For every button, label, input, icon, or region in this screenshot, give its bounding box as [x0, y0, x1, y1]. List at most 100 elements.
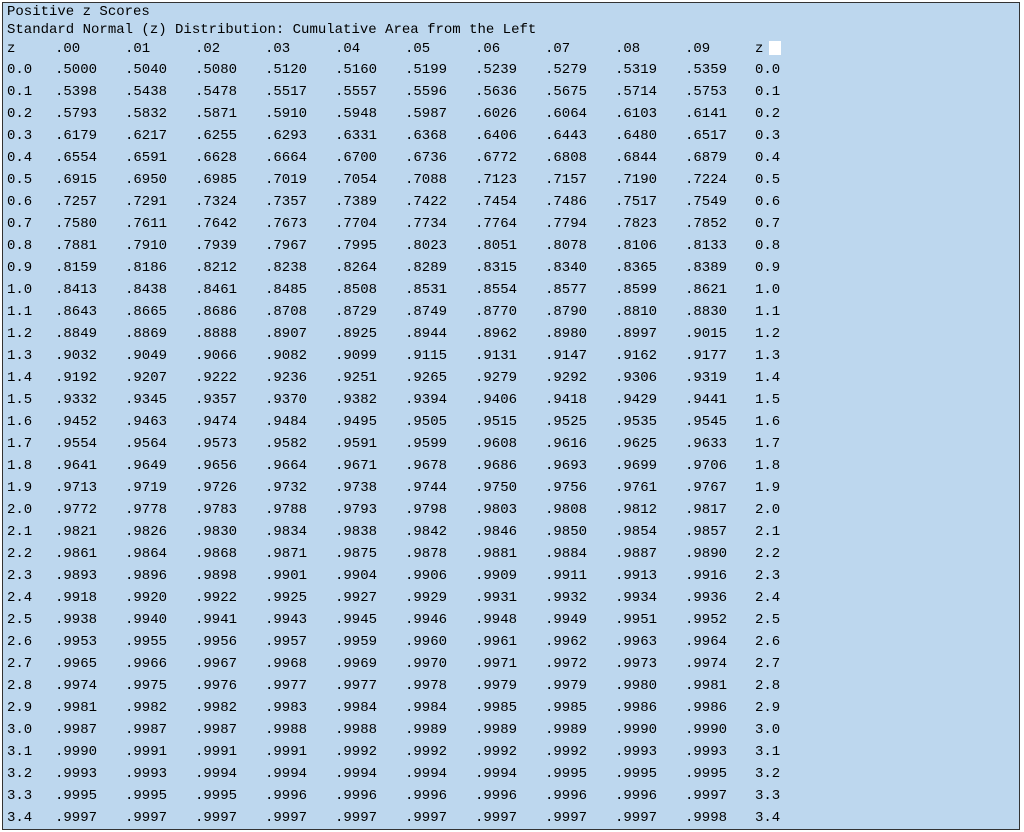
cell-value: .7257 [51, 191, 121, 213]
cell-value: .9131 [471, 345, 541, 367]
cell-value: .9772 [51, 499, 121, 521]
cell-value: .9049 [121, 345, 191, 367]
row-label-right: 3.0 [751, 719, 799, 741]
cell-value: .7704 [331, 213, 401, 235]
cell-value: .9719 [121, 477, 191, 499]
cell-value: .9633 [681, 433, 751, 455]
cell-value: .9934 [611, 587, 681, 609]
cell-value: .7764 [471, 213, 541, 235]
cell-value: .6141 [681, 103, 751, 125]
row-label-left: 3.0 [3, 719, 51, 741]
row-label-right: 3.2 [751, 763, 799, 785]
cell-value: .9989 [401, 719, 471, 741]
table-row: 1.5.9332.9345.9357.9370.9382.9394.9406.9… [3, 389, 799, 411]
cell-value: .5359 [681, 59, 751, 81]
cell-value: .9989 [471, 719, 541, 741]
cell-value: .8810 [611, 301, 681, 323]
cell-value: .9911 [541, 565, 611, 587]
cell-value: .9963 [611, 631, 681, 653]
cell-value: .9971 [471, 653, 541, 675]
header-marker [769, 41, 781, 55]
cell-value: .9641 [51, 455, 121, 477]
cell-value: .8078 [541, 235, 611, 257]
table-row: 0.6.7257.7291.7324.7357.7389.7422.7454.7… [3, 191, 799, 213]
cell-value: .8485 [261, 279, 331, 301]
row-label-left: 3.2 [3, 763, 51, 785]
cell-value: .7157 [541, 169, 611, 191]
cell-value: .9032 [51, 345, 121, 367]
cell-value: .5636 [471, 81, 541, 103]
cell-value: .9972 [541, 653, 611, 675]
cell-value: .9887 [611, 543, 681, 565]
cell-value: .9988 [331, 719, 401, 741]
cell-value: .9808 [541, 499, 611, 521]
cell-value: .7549 [681, 191, 751, 213]
cell-value: .9974 [681, 653, 751, 675]
cell-value: .9162 [611, 345, 681, 367]
cell-value: .9452 [51, 411, 121, 433]
col-header-2: .02 [191, 39, 261, 59]
cell-value: .9983 [261, 697, 331, 719]
row-label-left: 2.1 [3, 521, 51, 543]
cell-value: .6217 [121, 125, 191, 147]
cell-value: .9993 [51, 763, 121, 785]
cell-value: .5987 [401, 103, 471, 125]
row-label-right: 2.4 [751, 587, 799, 609]
cell-value: .9418 [541, 389, 611, 411]
cell-value: .6985 [191, 169, 261, 191]
cell-value: .5675 [541, 81, 611, 103]
cell-value: .9495 [331, 411, 401, 433]
cell-value: .9978 [401, 675, 471, 697]
cell-value: .6554 [51, 147, 121, 169]
col-header-z-right: z [751, 39, 799, 59]
cell-value: .8531 [401, 279, 471, 301]
cell-value: .9788 [261, 499, 331, 521]
cell-value: .8907 [261, 323, 331, 345]
cell-value: .6700 [331, 147, 401, 169]
table-row: 2.1.9821.9826.9830.9834.9838.9842.9846.9… [3, 521, 799, 543]
cell-value: .9678 [401, 455, 471, 477]
cell-value: .9984 [401, 697, 471, 719]
cell-value: .9706 [681, 455, 751, 477]
table-row: 0.5.6915.6950.6985.7019.7054.7088.7123.7… [3, 169, 799, 191]
row-label-left: 0.3 [3, 125, 51, 147]
cell-value: .8340 [541, 257, 611, 279]
row-label-left: 0.2 [3, 103, 51, 125]
col-header-1: .01 [121, 39, 191, 59]
cell-value: .7422 [401, 191, 471, 213]
cell-value: .9990 [51, 741, 121, 763]
cell-value: .9992 [401, 741, 471, 763]
table-row: 3.1.9990.9991.9991.9991.9992.9992.9992.9… [3, 741, 799, 763]
cell-value: .5319 [611, 59, 681, 81]
row-label-right: 0.8 [751, 235, 799, 257]
row-label-left: 2.3 [3, 565, 51, 587]
row-label-right: 1.4 [751, 367, 799, 389]
row-label-left: 0.6 [3, 191, 51, 213]
cell-value: .9599 [401, 433, 471, 455]
cell-value: .8389 [681, 257, 751, 279]
cell-value: .9236 [261, 367, 331, 389]
cell-value: .9292 [541, 367, 611, 389]
cell-value: .9817 [681, 499, 751, 521]
cell-value: .9985 [541, 697, 611, 719]
cell-value: .9842 [401, 521, 471, 543]
cell-value: .8212 [191, 257, 261, 279]
col-header-3: .03 [261, 39, 331, 59]
cell-value: .9783 [191, 499, 261, 521]
row-label-left: 2.7 [3, 653, 51, 675]
cell-value: .9878 [401, 543, 471, 565]
cell-value: .9922 [191, 587, 261, 609]
row-label-right: 2.5 [751, 609, 799, 631]
cell-value: .7324 [191, 191, 261, 213]
cell-value: .6026 [471, 103, 541, 125]
cell-value: .9207 [121, 367, 191, 389]
cell-value: .9943 [261, 609, 331, 631]
cell-value: .8944 [401, 323, 471, 345]
cell-value: .9693 [541, 455, 611, 477]
table-row: 1.3.9032.9049.9066.9082.9099.9115.9131.9… [3, 345, 799, 367]
cell-value: .7967 [261, 235, 331, 257]
row-label-left: 3.1 [3, 741, 51, 763]
cell-value: .9969 [331, 653, 401, 675]
cell-value: .7190 [611, 169, 681, 191]
cell-value: .6368 [401, 125, 471, 147]
